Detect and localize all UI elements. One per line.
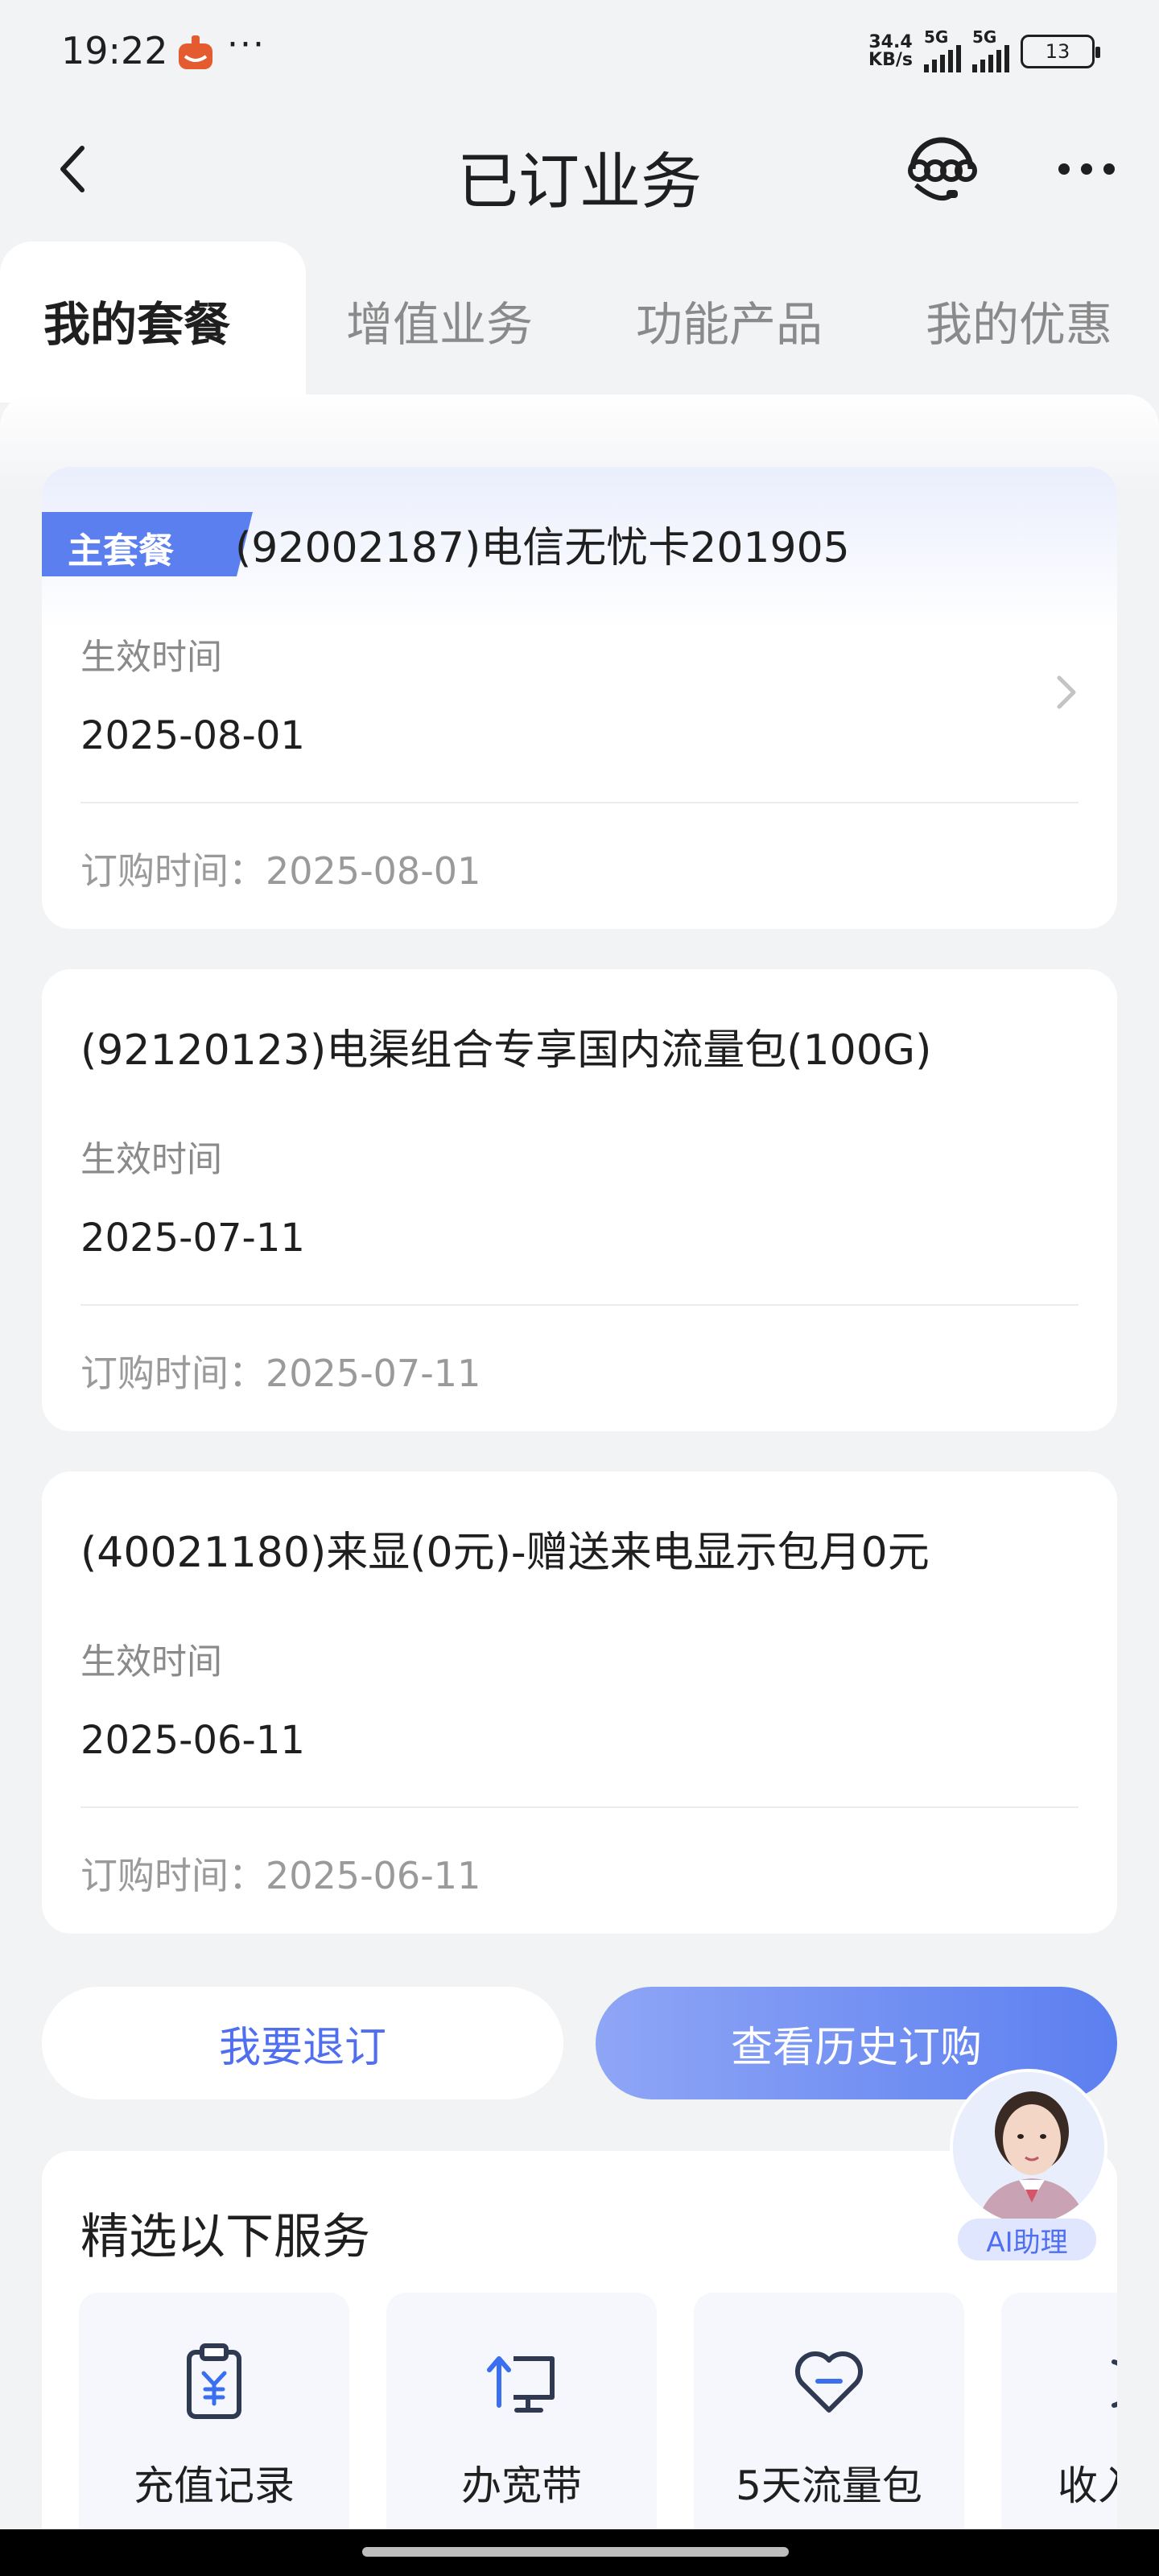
order-time: 订购时间：2025-08-01 (80, 849, 481, 893)
battery-icon: 13 (1021, 35, 1100, 68)
effective-date: 2025-07-11 (80, 1216, 305, 1261)
tab-my-plan[interactable]: 我的套餐 (43, 287, 230, 354)
effective-date: 2025-06-11 (80, 1718, 305, 1763)
status-indicators: 34.4 KB/s 5G 5G 13 (868, 27, 1100, 72)
services-title: 精选以下服务 (80, 2209, 370, 2265)
chevron-right-icon (1057, 675, 1076, 709)
service-title: 5天流量包 (736, 2462, 922, 2509)
ai-assistant-avatar (950, 2069, 1107, 2227)
subscription-card[interactable]: 主套餐 (92002187)电信无忧卡201905 生效时间 2025-08-0… (42, 467, 1117, 929)
clipboard-yuan-icon (187, 2343, 241, 2419)
tab-bar: 我的套餐 增值业务 功能产品 我的优惠 (0, 242, 1159, 402)
divider (80, 1304, 1079, 1306)
status-more-dots: ··· (227, 24, 266, 65)
more-button[interactable] (1046, 137, 1127, 201)
effective-label: 生效时间 (80, 637, 222, 678)
main-plan-badge: 主套餐 (42, 512, 253, 576)
subscription-card: (40021180)来显(0元)-赠送来电显示包月0元 生效时间 2025-06… (42, 1472, 1117, 1934)
unsubscribe-button[interactable]: 我要退订 (42, 1987, 563, 2099)
more-dots-icon (1058, 163, 1070, 175)
ai-assistant-button[interactable]: AI助理 (942, 2061, 1111, 2270)
effective-label: 生效时间 (80, 1641, 222, 1682)
order-time: 订购时间：2025-06-11 (80, 1854, 481, 1897)
order-time: 订购时间：2025-07-11 (80, 1352, 481, 1395)
system-nav-bar (0, 2529, 1159, 2576)
service-title: 充值记录 (134, 2462, 295, 2509)
status-time: 19:22 (61, 29, 168, 72)
signal-icon: 5G (924, 27, 961, 72)
page-title: 已订业务 (457, 146, 702, 217)
service-title: 办宽带 (461, 2462, 582, 2509)
tab-functional-products[interactable]: 功能产品 (636, 287, 823, 354)
tab-value-added[interactable]: 增值业务 (346, 287, 533, 354)
partial-icon (1112, 2359, 1117, 2408)
status-bar: 19:22 ··· 34.4 KB/s 5G 5G 13 (0, 0, 1159, 105)
heart-minus-icon (794, 2351, 864, 2413)
effective-date: 2025-08-01 (80, 713, 305, 758)
signal-icon: 5G (972, 27, 1009, 72)
divider (80, 802, 1079, 803)
home-indicator[interactable] (362, 2547, 789, 2557)
assistant-portrait-icon (953, 2072, 1104, 2223)
service-title: 收入 (1058, 2462, 1117, 2509)
effective-label: 生效时间 (80, 1139, 222, 1180)
broadband-monitor-icon (487, 2356, 555, 2413)
subscription-card: (92120123)电渠组合专享国内流量包(100G) 生效时间 2025-07… (42, 969, 1117, 1431)
subscription-title: (40021180)来显(0元)-赠送来电显示包月0元 (80, 1529, 930, 1577)
subscription-title: (92120123)电渠组合专享国内流量包(100G) (80, 1026, 932, 1075)
customer-service-button[interactable] (901, 129, 982, 209)
10000-headset-icon (908, 137, 977, 201)
ai-assistant-label: AI助理 (958, 2219, 1096, 2260)
divider (80, 1806, 1079, 1808)
app-notification-icon (179, 35, 212, 69)
network-speed: 34.4 KB/s (868, 32, 913, 70)
subscription-title: (92002187)电信无忧卡201905 (235, 524, 850, 572)
tab-my-offers[interactable]: 我的优惠 (926, 287, 1112, 354)
header: 已订业务 (0, 105, 1159, 233)
